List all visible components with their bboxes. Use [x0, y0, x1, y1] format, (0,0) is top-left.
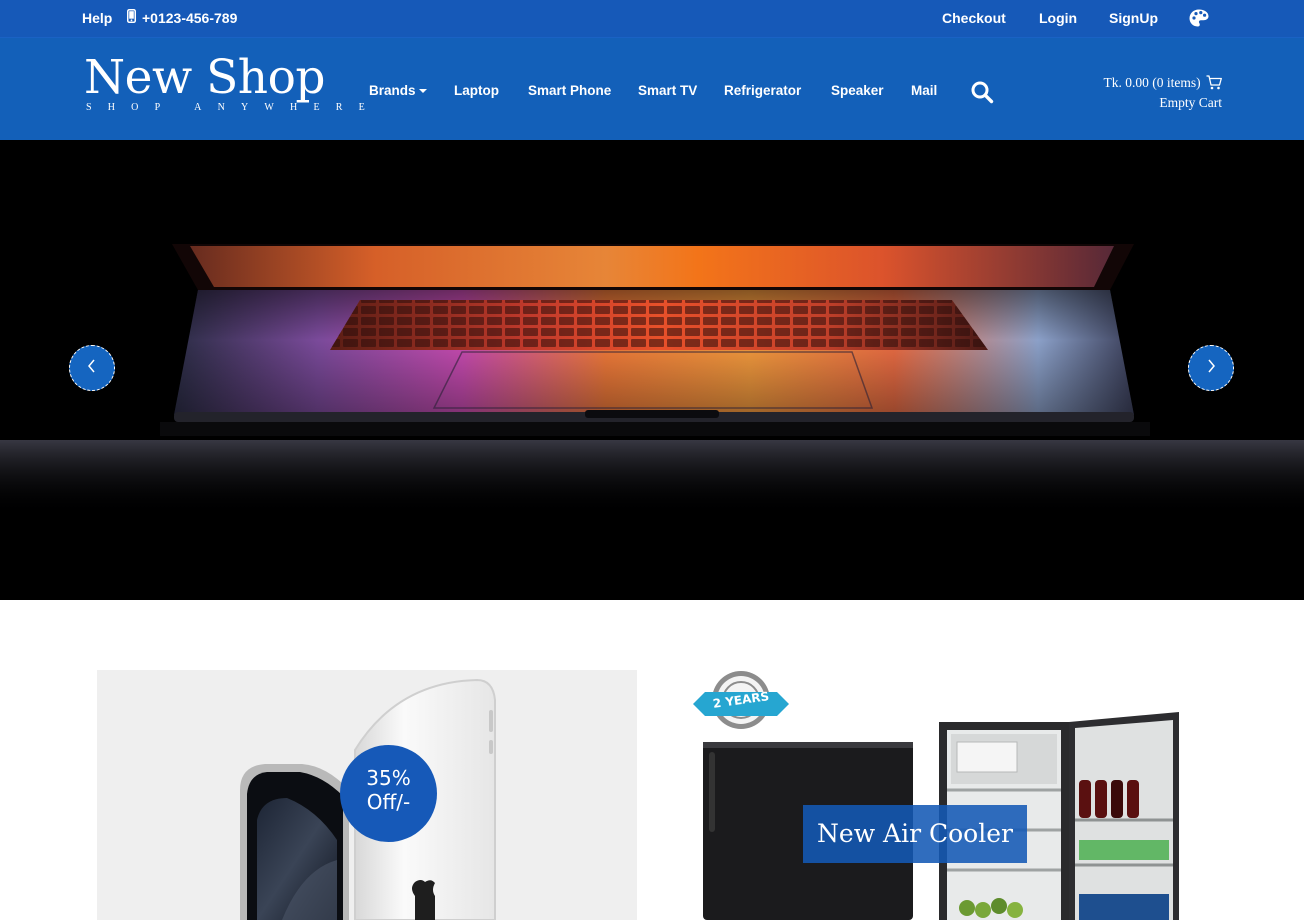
chevron-left-icon: [86, 358, 98, 379]
slider-prev-button[interactable]: [69, 345, 115, 391]
nav-brands-label: Brands: [369, 83, 416, 98]
fridge-promo-tile[interactable]: 2 YEARS New Air Cooler: [667, 670, 1207, 920]
cart-total: Tk. 0.00 (0 items): [1103, 75, 1201, 90]
search-icon[interactable]: [970, 80, 994, 104]
cart-status: Empty Cart: [1159, 95, 1222, 110]
main-header: New Shop SHOP ANYWHERE Brands Laptop Sma…: [0, 38, 1304, 140]
palette-icon[interactable]: [1188, 8, 1210, 30]
login-link[interactable]: Login: [1039, 0, 1077, 37]
nav-speaker[interactable]: Speaker: [831, 82, 884, 100]
phone-promo-tile[interactable]: 35% Off/-: [97, 670, 637, 920]
caret-down-icon: [418, 89, 427, 94]
nav-smart-tv[interactable]: Smart TV: [638, 82, 697, 100]
refrigerator-promo-image: [667, 670, 1207, 920]
cart-icon: [1206, 75, 1222, 94]
promo-caption: New Air Cooler: [803, 805, 1027, 863]
hero-slider: [0, 140, 1304, 600]
site-logo[interactable]: New Shop SHOP ANYWHERE: [84, 50, 365, 122]
phone-number: +0123-456-789: [142, 10, 238, 26]
cart-summary[interactable]: Tk. 0.00 (0 items) Empty Cart: [1104, 74, 1223, 112]
hero-slide-image: [0, 140, 1304, 600]
nav-refrigerator[interactable]: Refrigerator: [724, 82, 801, 100]
logo-tagline: SHOP ANYWHERE: [86, 102, 381, 113]
logo-title: New Shop: [84, 50, 325, 105]
top-bar: Help +0123-456-789 Checkout Login SignUp: [0, 0, 1304, 38]
discount-percent: 35%: [366, 766, 411, 790]
nav-mail[interactable]: Mail: [911, 82, 937, 100]
chevron-right-icon: [1205, 358, 1217, 379]
discount-suffix: Off/-: [366, 790, 411, 814]
help-link[interactable]: Help: [82, 0, 112, 37]
nav-laptop[interactable]: Laptop: [454, 82, 499, 100]
discount-badge: 35% Off/-: [340, 745, 437, 842]
mobile-phone-icon: [127, 0, 136, 37]
signup-link[interactable]: SignUp: [1109, 0, 1158, 37]
slider-next-button[interactable]: [1188, 345, 1234, 391]
nav-smart-phone[interactable]: Smart Phone: [528, 82, 611, 100]
phone-contact[interactable]: +0123-456-789: [127, 0, 237, 37]
checkout-link[interactable]: Checkout: [942, 0, 1006, 37]
cart-total-row: Tk. 0.00 (0 items): [1104, 74, 1223, 94]
nav-brands-dropdown[interactable]: Brands: [369, 82, 427, 100]
